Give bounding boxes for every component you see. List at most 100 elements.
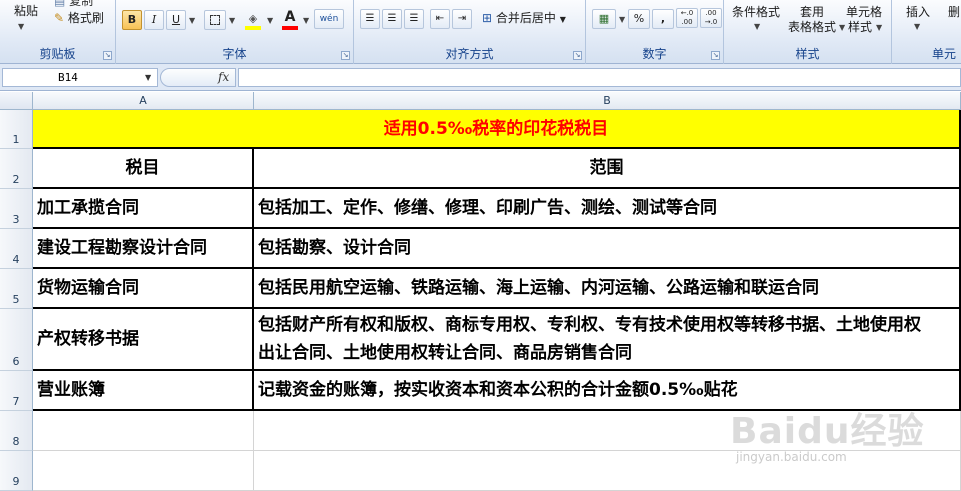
column-header-a[interactable]: A	[33, 92, 254, 110]
table-format-dropdown-icon[interactable]: ▼	[839, 23, 845, 32]
header-cell-tax-item[interactable]: 税目	[33, 149, 254, 189]
italic-button[interactable]: I	[144, 10, 164, 30]
clipboard-group: 粘贴 ▼ ▤ 复制 ✎ 格式刷 剪贴板 ↘	[0, 0, 116, 64]
number-group-label: 数字	[642, 47, 667, 61]
row-header-5[interactable]: 5	[0, 269, 33, 309]
table-cell-b3[interactable]: 包括加工、定作、修缮、修理、印刷广告、测绘、测试等合同	[254, 189, 961, 229]
table-cell-a5[interactable]: 货物运输合同	[33, 269, 254, 309]
font-launcher-icon[interactable]: ↘	[341, 51, 350, 60]
conditional-format-button[interactable]: 条件格式	[732, 5, 780, 19]
table-cell-b9[interactable]	[254, 451, 961, 491]
cells-group: 插入 ▼ 删 单元	[892, 0, 961, 64]
table-cell-b6[interactable]: 包括财产所有权和版权、商标专用权、专利权、专有技术使用权等转移书据、土地使用权出…	[254, 309, 961, 371]
table-cell-a3[interactable]: 加工承揽合同	[33, 189, 254, 229]
border-button[interactable]	[204, 10, 226, 30]
row-header-6[interactable]: 6	[0, 309, 33, 371]
table-title-cell[interactable]: 适用0.5‰税率的印花税税目	[33, 110, 961, 149]
percent-button[interactable]: %	[628, 9, 650, 29]
number-group: ▦ ▼ % , ←.0 .00 .00 →.0 数字 ↘	[586, 0, 724, 64]
ribbon: 粘贴 ▼ ▤ 复制 ✎ 格式刷 剪贴板 ↘ B I U ▼ ▼ ◈ ▼ A ▼ …	[0, 0, 961, 64]
font-color-swatch	[282, 26, 298, 30]
table-cell-b4[interactable]: 包括勘察、设计合同	[254, 229, 961, 269]
merge-center-button[interactable]: ⊞ 合并后居中 ▼	[482, 9, 578, 29]
cell-style-label[interactable]: 样式	[848, 20, 872, 34]
insert-dropdown-icon[interactable]: ▼	[914, 22, 920, 31]
row-number: 3	[12, 213, 20, 226]
column-header-b[interactable]: B	[254, 92, 961, 110]
name-box-dropdown-icon[interactable]: ▼	[145, 73, 151, 82]
copy-icon: ▤	[54, 0, 66, 8]
alignment-launcher-icon[interactable]: ↘	[573, 51, 582, 60]
table-cell-a9[interactable]	[33, 451, 254, 491]
row-number: 7	[12, 395, 20, 408]
format-painter-button[interactable]: ✎ 格式刷	[54, 11, 104, 25]
number-launcher-icon[interactable]: ↘	[711, 51, 720, 60]
row-number: 5	[12, 293, 20, 306]
comma-button[interactable]: ,	[652, 9, 674, 29]
table-cell-a8[interactable]	[33, 411, 254, 451]
row-number: 6	[12, 355, 20, 368]
styles-group: 条件格式 ▼ 套用 表格格式 ▼ 单元格 样式 ▼ 样式	[724, 0, 892, 64]
insert-button[interactable]: 插入	[906, 5, 930, 19]
row-header-4[interactable]: 4	[0, 229, 33, 269]
currency-button[interactable]: ▦	[592, 9, 616, 29]
table-cell-b5[interactable]: 包括民用航空运输、铁路运输、海上运输、内河运输、公路运输和联运合同	[254, 269, 961, 309]
table-cell-b8[interactable]	[254, 411, 961, 451]
fill-color-swatch	[245, 26, 261, 30]
align-right-button[interactable]: ☰	[404, 9, 424, 29]
row-number: 9	[12, 475, 20, 488]
paste-button[interactable]: 粘贴	[14, 4, 38, 18]
table-cell-a4[interactable]: 建设工程勘察设计合同	[33, 229, 254, 269]
merge-dropdown-icon[interactable]: ▼	[560, 15, 566, 24]
bold-button[interactable]: B	[122, 10, 142, 30]
phonetic-button[interactable]: wén	[314, 9, 344, 29]
row-header-1[interactable]: 1	[0, 110, 33, 149]
row-header-2[interactable]: 2	[0, 149, 33, 189]
paste-dropdown-icon[interactable]: ▼	[18, 22, 24, 31]
row-header-3[interactable]: 3	[0, 189, 33, 229]
row-header-8[interactable]: 8	[0, 411, 33, 451]
fill-color-dropdown-icon[interactable]: ▼	[267, 16, 273, 25]
align-left-button[interactable]: ☰	[360, 9, 380, 29]
font-color-button[interactable]: A	[280, 8, 300, 28]
conditional-format-dropdown-icon[interactable]: ▼	[754, 22, 760, 31]
table-cell-a7[interactable]: 营业账簿	[33, 371, 254, 411]
delete-button[interactable]: 删	[948, 5, 960, 19]
font-color-dropdown-icon[interactable]: ▼	[303, 16, 309, 25]
row-number: 1	[12, 133, 20, 146]
font-group-label: 字体	[222, 47, 247, 61]
table-format-apply-label[interactable]: 套用	[800, 5, 824, 19]
name-box[interactable]: B14	[2, 68, 158, 87]
merge-icon: ⊞	[482, 11, 493, 25]
table-cell-a6[interactable]: 产权转移书据	[33, 309, 254, 371]
fill-color-button[interactable]: ◈	[242, 10, 264, 30]
font-group: B I U ▼ ▼ ◈ ▼ A ▼ wén 字体 ↘	[116, 0, 354, 64]
underline-dropdown-icon[interactable]: ▼	[189, 16, 195, 25]
header-cell-scope[interactable]: 范围	[254, 149, 961, 189]
increase-decimal-button[interactable]: ←.0 .00	[676, 8, 698, 28]
table-cell-b7[interactable]: 记载资金的账簿，按实收资本和资本公积的合计金额0.5‰贴花	[254, 371, 961, 411]
formula-bar: B14 ▼ fx	[0, 64, 961, 91]
alignment-group-label: 对齐方式	[445, 47, 494, 61]
cell-style-button[interactable]: 单元格	[846, 5, 882, 19]
clipboard-launcher-icon[interactable]: ↘	[103, 51, 112, 60]
cell-style-dropdown-icon[interactable]: ▼	[876, 23, 882, 32]
formula-input[interactable]	[238, 68, 961, 87]
select-all-button[interactable]	[0, 92, 33, 110]
border-dropdown-icon[interactable]: ▼	[229, 16, 235, 25]
row-number: 4	[12, 253, 20, 266]
align-center-button[interactable]: ☰	[382, 9, 402, 29]
table-format-button[interactable]: 表格格式	[788, 20, 836, 34]
decrease-decimal-button[interactable]: .00 →.0	[700, 8, 722, 28]
format-painter-icon: ✎	[54, 11, 65, 25]
cells-group-label: 单元	[932, 47, 957, 61]
underline-button[interactable]: U	[166, 10, 186, 30]
alignment-group: ☰ ☰ ☰ ⇤ ⇥ ⊞ 合并后居中 ▼ 对齐方式 ↘	[354, 0, 586, 64]
row-header-7[interactable]: 7	[0, 371, 33, 411]
decrease-indent-button[interactable]: ⇤	[430, 9, 450, 29]
currency-dropdown-icon[interactable]: ▼	[619, 15, 625, 24]
copy-button[interactable]: ▤ 复制	[54, 0, 93, 8]
row-header-9[interactable]: 9	[0, 451, 33, 491]
insert-function-icon[interactable]: fx	[218, 70, 229, 84]
increase-indent-button[interactable]: ⇥	[452, 9, 472, 29]
